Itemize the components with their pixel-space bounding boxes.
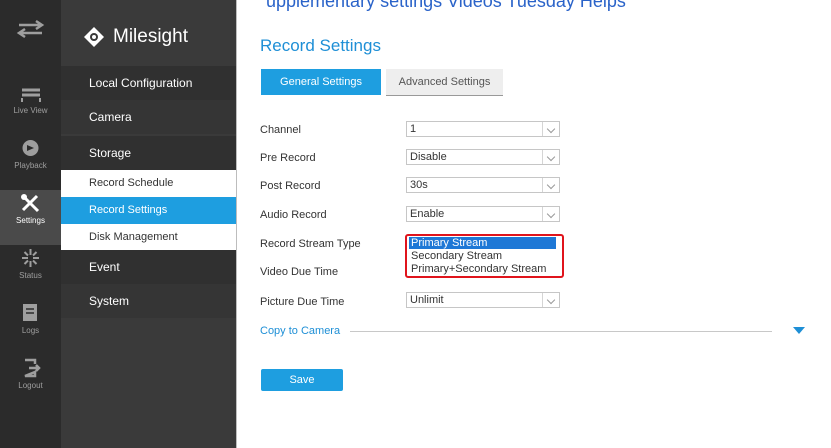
- rail-logs[interactable]: Logs: [0, 300, 61, 355]
- page-title: Record Settings: [260, 36, 381, 55]
- pre-record-select[interactable]: Disable: [406, 149, 560, 165]
- settings-icon: [21, 194, 40, 213]
- chevron-down-icon: [542, 293, 559, 307]
- top-cut-text: upplementary settings Videos Tuesday Hel…: [236, 0, 831, 16]
- chevron-down-icon: [542, 150, 559, 164]
- option-primary-stream[interactable]: Primary Stream: [409, 237, 556, 249]
- logs-icon: [23, 304, 37, 321]
- storage-submenu: Record Schedule Record Settings Disk Man…: [61, 170, 236, 252]
- icon-rail: Live View Playback Settings Status Logs …: [0, 0, 61, 448]
- post-record-label: Post Record: [260, 180, 321, 192]
- menu-local-configuration[interactable]: Local Configuration: [61, 66, 236, 100]
- channel-select[interactable]: 1: [406, 121, 560, 137]
- sidebar-menu: Milesight Local Configuration Camera Sto…: [61, 0, 237, 448]
- logout-icon: [24, 358, 41, 378]
- pre-record-value: Disable: [410, 151, 447, 163]
- top-cut-label: upplementary settings Videos Tuesday Hel…: [266, 0, 626, 11]
- tab-advanced-settings[interactable]: Advanced Settings: [386, 69, 503, 96]
- rail-playback-label: Playback: [14, 161, 47, 170]
- picture-due-time-value: Unlimit: [410, 294, 444, 306]
- menu-storage[interactable]: Storage: [61, 136, 236, 170]
- submenu-disk-management[interactable]: Disk Management: [61, 224, 236, 251]
- rail-toggle[interactable]: [0, 16, 61, 56]
- status-icon: [22, 249, 39, 267]
- picture-due-time-select[interactable]: Unlimit: [406, 292, 560, 308]
- submenu-record-schedule[interactable]: Record Schedule: [61, 170, 236, 197]
- rail-settings[interactable]: Settings: [0, 190, 61, 245]
- menu-system[interactable]: System: [61, 284, 236, 318]
- record-stream-type-label: Record Stream Type: [260, 238, 361, 250]
- rail-live-view-label: Live View: [13, 106, 48, 115]
- post-record-value: 30s: [410, 179, 428, 191]
- menu-camera[interactable]: Camera: [61, 100, 236, 134]
- audio-record-label: Audio Record: [260, 209, 327, 221]
- rail-logs-label: Logs: [21, 326, 40, 335]
- channel-value: 1: [410, 123, 417, 135]
- playback-icon: [22, 140, 39, 156]
- chevron-down-icon: [542, 122, 559, 136]
- brand-logo: Milesight: [83, 22, 188, 52]
- menu-event[interactable]: Event: [61, 250, 236, 284]
- rail-playback[interactable]: Playback: [0, 135, 61, 190]
- tab-general-settings[interactable]: General Settings: [261, 69, 381, 95]
- record-stream-type-dropdown[interactable]: Primary Stream Secondary Stream Primary+…: [405, 234, 564, 278]
- save-button[interactable]: Save: [261, 369, 343, 391]
- live-view-icon: [21, 88, 41, 102]
- channel-label: Channel: [260, 124, 301, 136]
- rail-settings-label: Settings: [16, 216, 45, 225]
- audio-record-select[interactable]: Enable: [406, 206, 560, 222]
- option-primary-secondary-stream[interactable]: Primary+Secondary Stream: [409, 263, 556, 275]
- post-record-select[interactable]: 30s: [406, 177, 560, 193]
- option-secondary-stream[interactable]: Secondary Stream: [409, 250, 556, 262]
- rail-live-view[interactable]: Live View: [0, 80, 61, 135]
- rail-logout-label: Logout: [18, 381, 43, 390]
- rail-status-label: Status: [19, 271, 42, 280]
- rail-logout[interactable]: Logout: [0, 355, 61, 410]
- copy-divider: [350, 331, 772, 332]
- rail-status[interactable]: Status: [0, 245, 61, 300]
- chevron-down-icon: [542, 207, 559, 221]
- video-due-time-label: Video Due Time: [260, 266, 339, 278]
- audio-record-value: Enable: [410, 208, 445, 220]
- chevron-down-icon: [542, 178, 559, 192]
- copy-to-camera-link[interactable]: Copy to Camera: [260, 325, 340, 337]
- picture-due-time-label: Picture Due Time: [260, 296, 345, 308]
- swap-icon: [16, 19, 45, 39]
- brand-name: Milesight: [113, 26, 188, 47]
- milesight-logo-icon: [84, 27, 104, 47]
- pre-record-label: Pre Record: [260, 152, 316, 164]
- submenu-record-settings[interactable]: Record Settings: [61, 197, 236, 224]
- expand-arrow-icon[interactable]: [793, 327, 805, 334]
